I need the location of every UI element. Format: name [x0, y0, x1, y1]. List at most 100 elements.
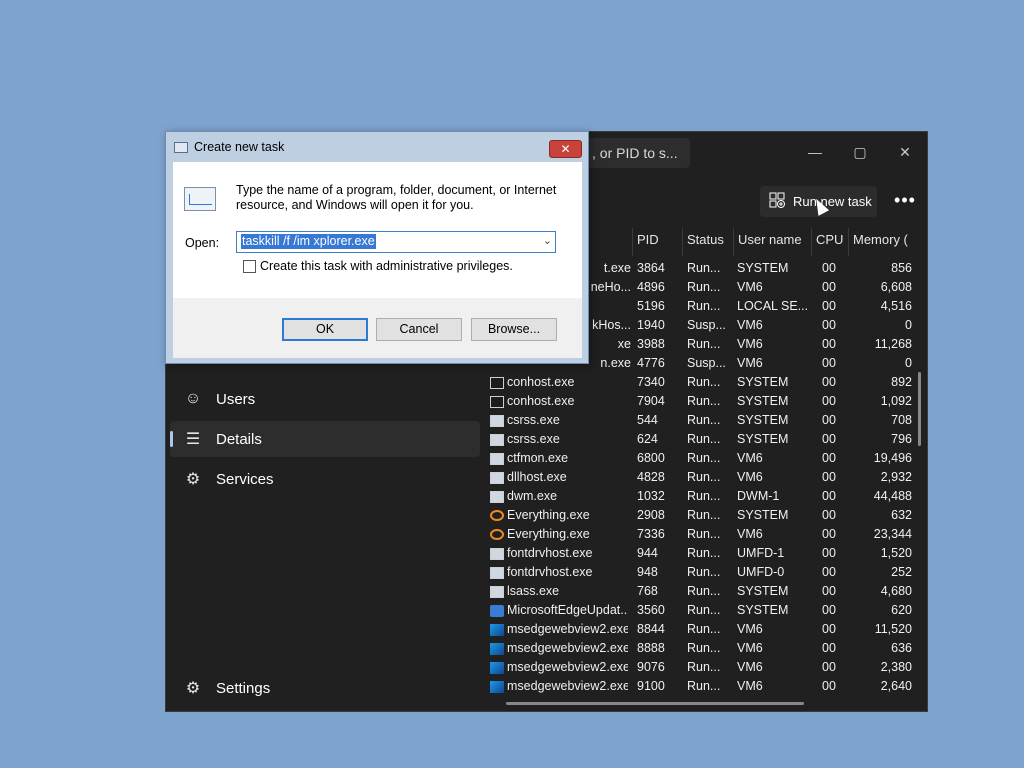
process-name: neHo...	[590, 280, 631, 294]
process-name-cell: msedgewebview2.exe	[490, 677, 628, 696]
user-name-cell: VM6	[737, 356, 763, 370]
column-header-pid[interactable]: PID	[632, 228, 682, 256]
cpu-cell: 00	[822, 603, 836, 617]
table-row[interactable]: msedgewebview2.exe 8844 Run... VM6 00 11,520	[486, 620, 927, 639]
user-name-cell: SYSTEM	[737, 603, 789, 617]
cpu-cell: 00	[822, 527, 836, 541]
user-name-cell: VM6	[737, 622, 763, 636]
process-name: xe	[617, 337, 631, 351]
user-name-cell: SYSTEM	[737, 584, 789, 598]
process-edge-up-icon	[490, 604, 504, 617]
sidebar-item-users[interactable]: ☺ Users	[170, 381, 480, 417]
pid-cell: 9076	[637, 660, 665, 674]
process-name: csrss.exe	[507, 413, 560, 427]
process-webview-icon	[490, 623, 504, 636]
sidebar-item-details[interactable]: ☰ Details	[170, 421, 480, 457]
run-new-task-label: Run new task	[793, 194, 872, 209]
table-row[interactable]: Everything.exe 2908 Run... SYSTEM 00 632	[486, 506, 927, 525]
table-row[interactable]: conhost.exe 7340 Run... SYSTEM 00 892	[486, 373, 927, 392]
process-name: MicrosoftEdgeUpdat...	[507, 603, 628, 617]
process-window-icon	[490, 433, 504, 446]
pid-cell: 1032	[637, 489, 665, 503]
process-name-cell: lsass.exe	[490, 582, 628, 601]
process-name-cell: Everything.exe	[490, 525, 628, 544]
memory-cell: 620	[891, 603, 912, 617]
pid-cell: 3864	[637, 261, 665, 275]
cpu-cell: 00	[822, 432, 836, 446]
process-name: ctfmon.exe	[507, 451, 569, 465]
process-window-icon	[490, 452, 504, 465]
open-input-value[interactable]: taskkill /f /im xplorer.exe	[241, 234, 376, 249]
cpu-cell: 00	[822, 660, 836, 674]
process-search-icon	[490, 529, 504, 540]
table-row[interactable]: dwm.exe 1032 Run... DWM-1 00 44,488	[486, 487, 927, 506]
process-name: dllhost.exe	[507, 470, 567, 484]
process-name-cell: MicrosoftEdgeUpdat...	[490, 601, 628, 620]
table-row[interactable]: conhost.exe 7904 Run... SYSTEM 00 1,092	[486, 392, 927, 411]
search-input[interactable]: , or PID to s...	[586, 138, 690, 168]
cpu-cell: 00	[822, 261, 836, 275]
memory-cell: 44,488	[873, 489, 912, 503]
status-cell: Run...	[687, 603, 721, 617]
pid-cell: 9100	[637, 679, 665, 693]
pid-cell: 948	[637, 565, 658, 579]
table-row[interactable]: fontdrvhost.exe 944 Run... UMFD-1 00 1,520	[486, 544, 927, 563]
close-button[interactable]: ✕	[890, 140, 920, 164]
cpu-cell: 00	[822, 356, 836, 370]
vertical-scrollbar[interactable]	[918, 372, 921, 446]
pid-cell: 544	[637, 413, 658, 427]
table-row[interactable]: dllhost.exe 4828 Run... VM6 00 2,932	[486, 468, 927, 487]
status-cell: Run...	[687, 261, 721, 275]
pid-cell: 4828	[637, 470, 665, 484]
table-row[interactable]: MicrosoftEdgeUpdat... 3560 Run... SYSTEM 00 6…	[486, 601, 927, 620]
pid-cell: 5196	[637, 299, 665, 313]
process-name: fontdrvhost.exe	[507, 565, 593, 579]
table-row[interactable]: msedgewebview2.exe 9076 Run... VM6 00 2,380	[486, 658, 927, 677]
column-header-cpu[interactable]: CPU	[811, 228, 848, 256]
chevron-down-icon[interactable]: ⌄	[543, 234, 552, 247]
process-name-cell: msedgewebview2.exe	[490, 639, 628, 658]
user-name-cell: SYSTEM	[737, 394, 789, 408]
open-combobox[interactable]: taskkill /f /im xplorer.exe ⌄	[236, 231, 556, 253]
process-window-icon	[490, 471, 504, 484]
memory-cell: 892	[891, 375, 912, 389]
sidebar-item-label: Details	[216, 430, 262, 448]
memory-cell: 4,680	[880, 584, 912, 598]
browse-button[interactable]: Browse...	[471, 318, 557, 341]
memory-cell: 0	[905, 318, 912, 332]
pid-cell: 7904	[637, 394, 665, 408]
dialog-close-button[interactable]: ✕	[549, 140, 582, 158]
memory-cell: 2,932	[880, 470, 912, 484]
memory-cell: 252	[891, 565, 912, 579]
checkbox-box[interactable]	[243, 259, 256, 273]
sidebar-item-services[interactable]: ⚙ Services	[170, 461, 480, 497]
table-row[interactable]: csrss.exe 544 Run... SYSTEM 00 708	[486, 411, 927, 430]
table-row[interactable]: fontdrvhost.exe 948 Run... UMFD-0 00 252	[486, 563, 927, 582]
memory-cell: 0	[905, 356, 912, 370]
table-row[interactable]: msedgewebview2.exe 8888 Run... VM6 00 636	[486, 639, 927, 658]
column-header-user-name[interactable]: User name	[733, 228, 811, 256]
cancel-button[interactable]: Cancel	[376, 318, 462, 341]
table-row[interactable]: lsass.exe 768 Run... SYSTEM 00 4,680	[486, 582, 927, 601]
column-header-status[interactable]: Status	[682, 228, 733, 256]
more-options-button[interactable]: •••	[888, 186, 922, 217]
maximize-button[interactable]: ▢	[845, 140, 875, 164]
table-row[interactable]: ctfmon.exe 6800 Run... VM6 00 19,496	[486, 449, 927, 468]
horizontal-scrollbar[interactable]	[506, 702, 804, 705]
process-window-icon	[490, 585, 504, 598]
column-header-memory[interactable]: Memory (	[848, 228, 918, 256]
sidebar-item-label: Services	[216, 470, 274, 488]
ok-button[interactable]: OK	[282, 318, 368, 341]
minimize-button[interactable]: —	[800, 140, 830, 164]
table-row[interactable]: Everything.exe 7336 Run... VM6 00 23,344	[486, 525, 927, 544]
process-name-cell: fontdrvhost.exe	[490, 544, 628, 563]
admin-privileges-checkbox[interactable]: Create this task with administrative pri…	[243, 259, 513, 273]
table-row[interactable]: msedgewebview2.exe 9100 Run... VM6 00 2,640	[486, 677, 927, 696]
status-cell: Susp...	[687, 318, 726, 332]
sidebar-item-label: Settings	[216, 679, 271, 697]
table-row[interactable]: csrss.exe 624 Run... SYSTEM 00 796	[486, 430, 927, 449]
sidebar-item-settings[interactable]: ⚙ Settings	[170, 670, 480, 706]
dialog-title-bar: Create new task	[166, 132, 588, 162]
process-window-icon	[490, 566, 504, 579]
memory-cell: 11,520	[874, 622, 912, 636]
